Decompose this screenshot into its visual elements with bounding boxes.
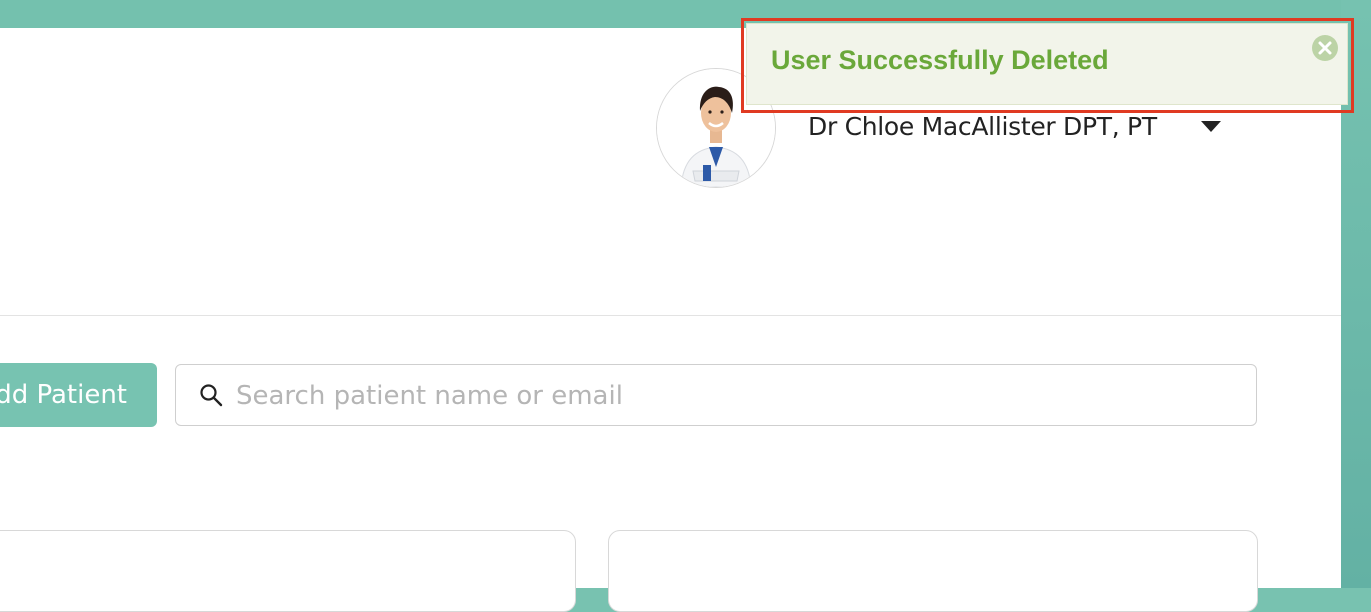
add-patient-button[interactable]: dd Patient	[0, 363, 157, 427]
success-toast: User Successfully Deleted	[746, 23, 1348, 105]
caret-down-icon[interactable]	[1201, 121, 1221, 132]
patient-card[interactable]	[608, 530, 1258, 612]
close-circle-icon[interactable]	[1312, 35, 1338, 61]
toast-message: User Successfully Deleted	[771, 45, 1109, 75]
search-field[interactable]	[175, 364, 1257, 426]
user-name[interactable]: Dr Chloe MacAllister DPT, PT	[808, 112, 1157, 141]
search-icon	[200, 384, 223, 407]
search-input[interactable]	[234, 375, 1238, 417]
patient-card[interactable]	[0, 530, 576, 612]
